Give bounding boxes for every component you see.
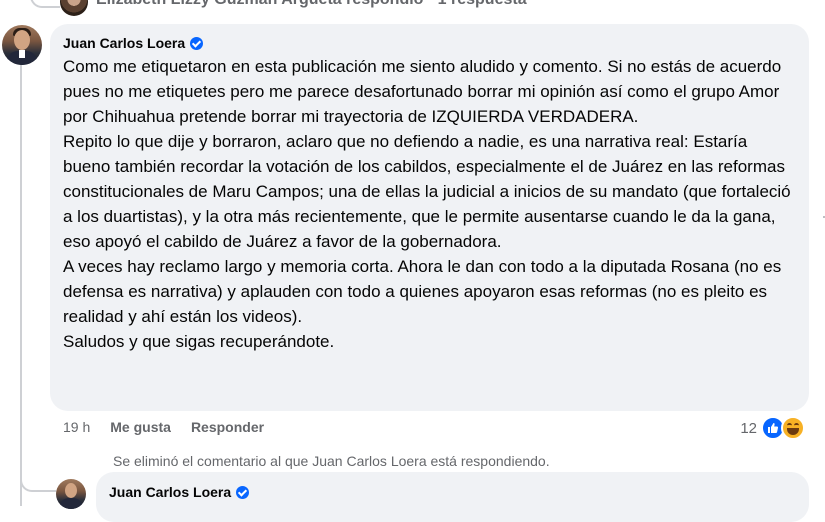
verified-badge-icon — [236, 485, 250, 499]
author-name[interactable]: Juan Carlos Loera — [63, 35, 185, 51]
avatar[interactable] — [56, 479, 86, 509]
comment-paragraph: A veces hay reclamo largo y memoria cort… — [63, 257, 782, 326]
thread-line — [20, 64, 22, 506]
comment-paragraph: Repito lo que dije y borraron, aclaro qu… — [63, 132, 791, 251]
like-button[interactable]: Me gusta — [110, 419, 171, 435]
avatar-face — [65, 483, 77, 498]
reactions-summary[interactable]: 12 — [740, 416, 805, 440]
reply-summary-link[interactable]: Elizabeth Lizzy Guzmán Argueta respondió… — [96, 0, 527, 9]
avatar-suit — [59, 498, 83, 509]
comment-text: Como me etiquetaron en esta publicación … — [63, 54, 798, 354]
haha-mouth — [787, 428, 799, 435]
thread-connector — [20, 460, 56, 492]
comment-paragraph: Como me etiquetaron en esta publicación … — [63, 57, 782, 126]
avatar[interactable] — [60, 0, 88, 16]
avatar-collar — [19, 50, 25, 58]
reply-header: Juan Carlos Loera — [109, 484, 250, 500]
author-name[interactable]: Juan Carlos Loera — [109, 484, 231, 500]
comment-header: Juan Carlos Loera — [63, 35, 204, 51]
deleted-comment-note: Se eliminó el comentario al que Juan Car… — [113, 453, 550, 469]
reaction-count: 12 — [740, 419, 757, 437]
avatar[interactable] — [2, 25, 42, 65]
comment-paragraph: Saludos y que sigas recuperándote. — [63, 332, 335, 351]
avatar-face — [14, 30, 30, 50]
thumbs-up-glyph — [768, 423, 779, 433]
verified-badge-icon — [190, 36, 204, 50]
top-thread-connector — [30, 0, 60, 8]
haha-icon — [781, 416, 805, 440]
comment-actions: 19 h Me gusta Responder — [63, 419, 264, 435]
reply-button[interactable]: Responder — [191, 419, 264, 435]
timestamp-link[interactable]: 19 h — [63, 419, 90, 435]
